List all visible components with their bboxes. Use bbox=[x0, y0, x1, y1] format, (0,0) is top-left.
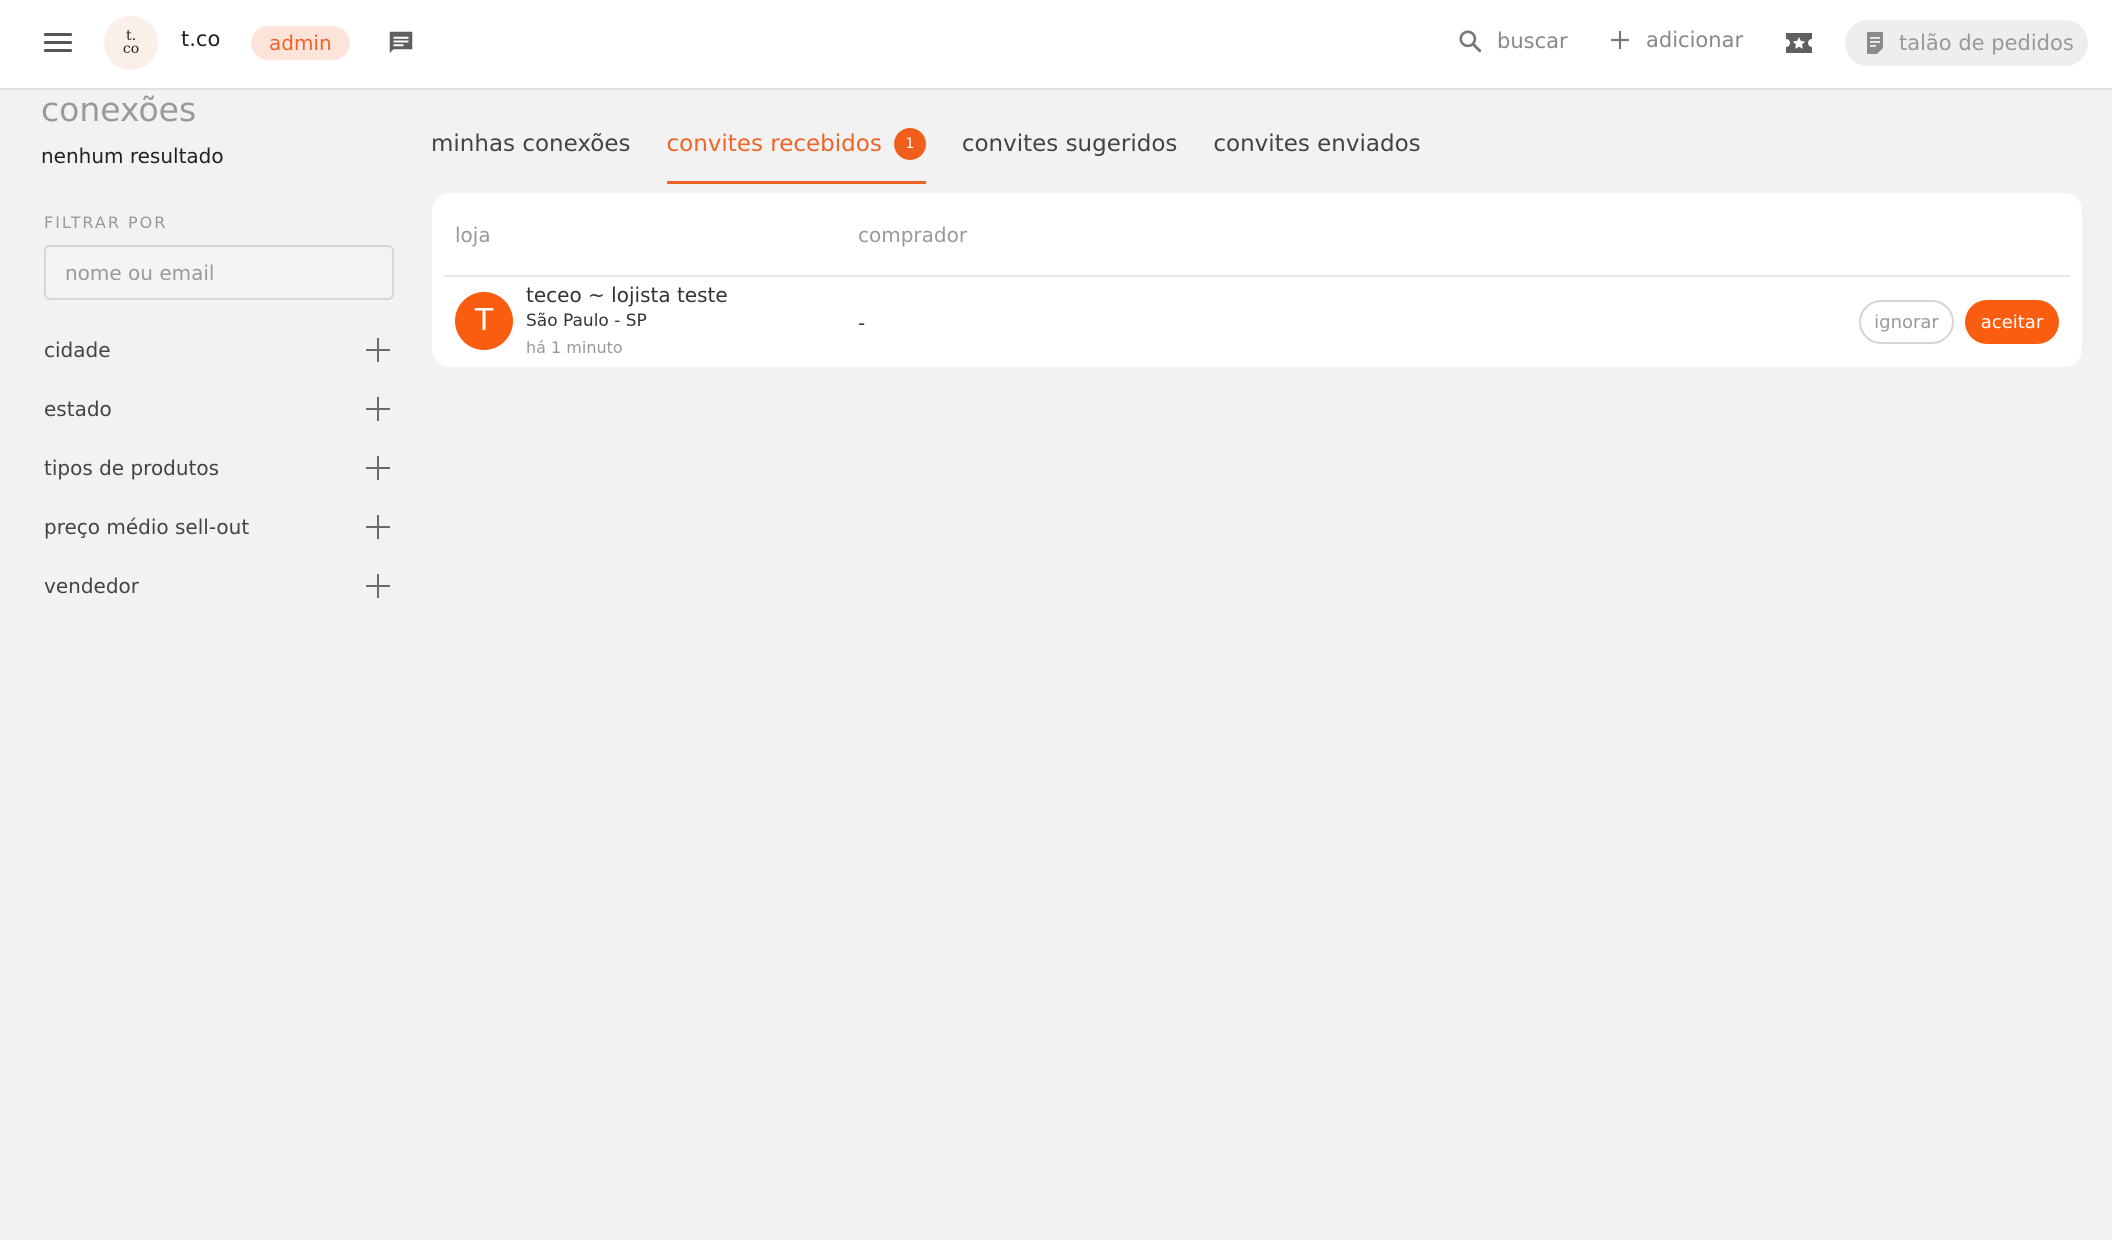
filter-seller[interactable]: vendedor bbox=[44, 556, 394, 615]
store-avatar[interactable]: T bbox=[455, 292, 513, 350]
tab-my-connections[interactable]: minhas conexões bbox=[431, 128, 631, 174]
tab-label: minhas conexões bbox=[431, 131, 631, 157]
invite-count-badge: 1 bbox=[893, 128, 926, 160]
tab-label: convites sugeridos bbox=[961, 131, 1178, 157]
hamburger-menu-icon[interactable] bbox=[44, 31, 72, 55]
tab-suggested-invites[interactable]: convites sugeridos bbox=[962, 128, 1178, 174]
role-badge: admin bbox=[251, 26, 350, 60]
search-label: buscar bbox=[1497, 29, 1568, 53]
logo-mark: t. co bbox=[122, 28, 140, 57]
buyer-value: - bbox=[858, 311, 866, 335]
tab-sent-invites[interactable]: convites enviados bbox=[1213, 128, 1420, 174]
add-button[interactable]: adicionar bbox=[1608, 28, 1743, 52]
document-icon bbox=[1867, 32, 1883, 54]
order-book-label: talão de pedidos bbox=[1899, 31, 2074, 55]
column-header-buyer: comprador bbox=[858, 223, 968, 247]
table-divider bbox=[444, 275, 2070, 277]
filter-list: cidade estado tipos de produtos preço mé… bbox=[44, 320, 394, 615]
top-navigation-bar: t. co t.co admin buscar adicionar talão … bbox=[0, 0, 2112, 90]
name-or-email-search-input[interactable] bbox=[44, 245, 394, 300]
filter-label: preço médio sell-out bbox=[44, 514, 250, 539]
add-label: adicionar bbox=[1646, 28, 1744, 52]
filter-average-price[interactable]: preço médio sell-out bbox=[44, 497, 394, 556]
accept-button[interactable]: aceitar bbox=[1965, 300, 2059, 344]
expand-plus-icon[interactable] bbox=[366, 573, 390, 598]
tab-received-invites[interactable]: convites recebidos 1 bbox=[666, 128, 927, 184]
store-name[interactable]: teceo ~ lojista teste bbox=[526, 283, 728, 307]
tab-label: convites enviados bbox=[1213, 131, 1421, 157]
filter-label: cidade bbox=[44, 337, 111, 362]
company-name[interactable]: t.co bbox=[181, 27, 220, 51]
invites-table: loja comprador T teceo ~ lojista teste S… bbox=[432, 193, 2082, 367]
filter-label: tipos de produtos bbox=[44, 455, 220, 480]
filter-city[interactable]: cidade bbox=[44, 320, 394, 379]
search-button[interactable]: buscar bbox=[1457, 28, 1568, 54]
filter-heading: FILTRAR POR bbox=[44, 213, 168, 232]
page-title: conexões bbox=[41, 90, 197, 129]
search-icon bbox=[1459, 30, 1482, 53]
filter-product-types[interactable]: tipos de produtos bbox=[44, 438, 394, 497]
plus-icon bbox=[1611, 31, 1629, 49]
filter-state[interactable]: estado bbox=[44, 379, 394, 438]
result-count: nenhum resultado bbox=[41, 144, 224, 168]
expand-plus-icon[interactable] bbox=[366, 337, 390, 362]
store-location: São Paulo - SP bbox=[526, 311, 647, 331]
ignore-button[interactable]: ignorar bbox=[1859, 300, 1954, 344]
expand-plus-icon[interactable] bbox=[366, 396, 390, 421]
tab-label: convites recebidos bbox=[666, 131, 882, 157]
expand-plus-icon[interactable] bbox=[366, 455, 390, 480]
expand-plus-icon[interactable] bbox=[366, 514, 390, 539]
ticket-star-icon[interactable] bbox=[1784, 30, 1814, 60]
chat-icon[interactable] bbox=[386, 28, 416, 62]
company-logo[interactable]: t. co bbox=[104, 16, 158, 70]
column-header-store: loja bbox=[455, 223, 491, 247]
filter-label: vendedor bbox=[44, 573, 139, 598]
order-book-button[interactable]: talão de pedidos bbox=[1845, 20, 2088, 66]
connection-tabs: minhas conexões convites recebidos 1 con… bbox=[431, 128, 1457, 184]
invite-timestamp: há 1 minuto bbox=[526, 338, 623, 357]
filter-label: estado bbox=[44, 396, 112, 421]
